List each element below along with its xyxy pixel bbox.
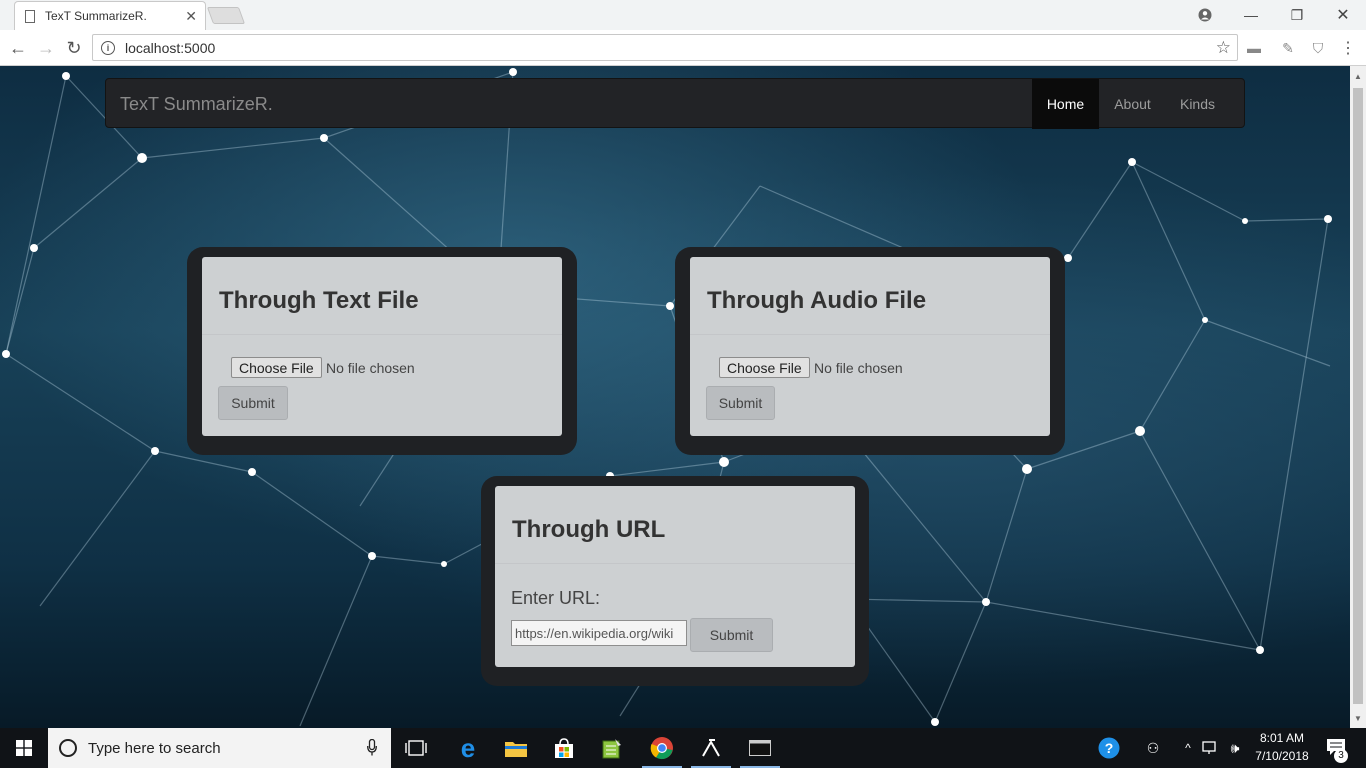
restore-icon[interactable]: ❐ — [1280, 0, 1314, 30]
card-title: Through URL — [512, 516, 666, 543]
tab-title: TexT SummarizeR. — [45, 9, 147, 23]
card-divider — [202, 334, 562, 335]
nav-home[interactable]: Home — [1032, 79, 1099, 129]
address-bar[interactable]: i localhost:5000 ☆ — [92, 34, 1238, 61]
card-divider — [495, 563, 855, 564]
notepad-icon[interactable] — [594, 728, 630, 768]
volume-icon[interactable]: 🕪 — [1224, 728, 1246, 768]
text-file-submit-button[interactable]: Submit — [218, 386, 288, 420]
url-card: Through URL Enter URL: https://en.wikipe… — [495, 486, 855, 667]
scrollbar-thumb[interactable] — [1353, 88, 1363, 704]
browser-tab[interactable]: TexT SummarizeR. ✕ — [14, 1, 206, 30]
start-icon[interactable] — [0, 728, 48, 768]
back-icon[interactable]: ← — [6, 36, 30, 60]
nav-kinds[interactable]: Kinds — [1166, 79, 1229, 129]
card-title: Through Text File — [219, 287, 419, 314]
address-text: localhost:5000 — [125, 39, 216, 56]
store-icon[interactable] — [546, 728, 582, 768]
task-view-icon[interactable] — [398, 728, 434, 768]
browser-toolbar: ← → ↻ i localhost:5000 ☆ ▬ ✎ ⛉ ⋮ — [0, 30, 1366, 66]
file-explorer-icon[interactable] — [498, 728, 534, 768]
audio-file-status: No file chosen — [814, 360, 903, 376]
scroll-up-icon[interactable]: ▲ — [1350, 68, 1366, 84]
url-label: Enter URL: — [511, 588, 601, 608]
minimize-icon[interactable]: — — [1234, 0, 1268, 30]
text-file-card: Through Text File Choose File No file ch… — [202, 257, 562, 436]
site-brand[interactable]: TexT SummarizeR. — [120, 94, 273, 115]
search-placeholder: Type here to search — [88, 739, 221, 757]
windows-taskbar: Type here to search e ? ⚇ ^ 🕪 8:01 AM 7/… — [0, 728, 1366, 768]
card-divider — [690, 334, 1050, 335]
page-scrollbar[interactable]: ▲ ▼ — [1350, 66, 1366, 728]
close-icon[interactable]: ✕ — [1326, 0, 1360, 30]
info-icon[interactable]: i — [101, 40, 115, 55]
choose-audio-file-button[interactable]: Choose File — [719, 357, 810, 378]
help-icon[interactable]: ? — [1096, 728, 1122, 768]
clock-time[interactable]: 8:01 AM — [1250, 731, 1314, 745]
extension-shield-icon[interactable]: ⛉ — [1308, 38, 1328, 58]
svg-text:?: ? — [1105, 740, 1114, 756]
scroll-down-icon[interactable]: ▼ — [1350, 710, 1366, 726]
url-submit-button[interactable]: Submit — [690, 618, 773, 652]
reload-icon[interactable]: ↻ — [62, 36, 86, 60]
taskbar-search[interactable]: Type here to search — [48, 728, 391, 768]
profile-icon[interactable] — [1192, 0, 1218, 30]
cortana-icon — [59, 739, 77, 757]
site-navbar: TexT SummarizeR. Home About Kinds — [105, 78, 1245, 129]
show-hidden-icons-icon[interactable]: ^ — [1178, 728, 1198, 768]
bookmark-star-icon[interactable]: ☆ — [1216, 38, 1231, 58]
extension-eyedropper-icon[interactable]: ✎ — [1278, 38, 1298, 58]
code-icon[interactable] — [693, 728, 729, 768]
forward-icon[interactable]: → — [34, 36, 58, 60]
new-tab-button[interactable] — [206, 7, 246, 24]
close-tab-icon[interactable]: ✕ — [185, 8, 197, 25]
edge-icon[interactable]: e — [450, 728, 486, 768]
url-input[interactable]: https://en.wikipedia.org/wiki — [511, 620, 687, 646]
notification-badge: 3 — [1334, 749, 1348, 763]
chrome-icon[interactable] — [644, 728, 680, 768]
card-title: Through Audio File — [707, 287, 927, 314]
page-viewport: TexT SummarizeR. Home About Kinds Throug… — [0, 66, 1350, 728]
audio-file-card: Through Audio File Choose File No file c… — [690, 257, 1050, 436]
network-icon[interactable] — [1200, 728, 1222, 768]
nav-about[interactable]: About — [1099, 79, 1166, 129]
menu-icon[interactable]: ⋮ — [1338, 38, 1358, 58]
people-icon[interactable]: ⚇ — [1142, 728, 1164, 768]
mic-icon[interactable] — [367, 738, 377, 760]
clock-date[interactable]: 7/10/2018 — [1250, 749, 1314, 763]
browser-tabstrip: TexT SummarizeR. ✕ — ❐ ✕ — [0, 0, 1366, 30]
audio-file-submit-button[interactable]: Submit — [706, 386, 775, 420]
text-file-status: No file chosen — [326, 360, 415, 376]
page-icon — [25, 9, 35, 23]
terminal-icon[interactable] — [742, 728, 778, 768]
extension-cast-icon[interactable]: ▬ — [1244, 38, 1264, 58]
choose-text-file-button[interactable]: Choose File — [231, 357, 322, 378]
